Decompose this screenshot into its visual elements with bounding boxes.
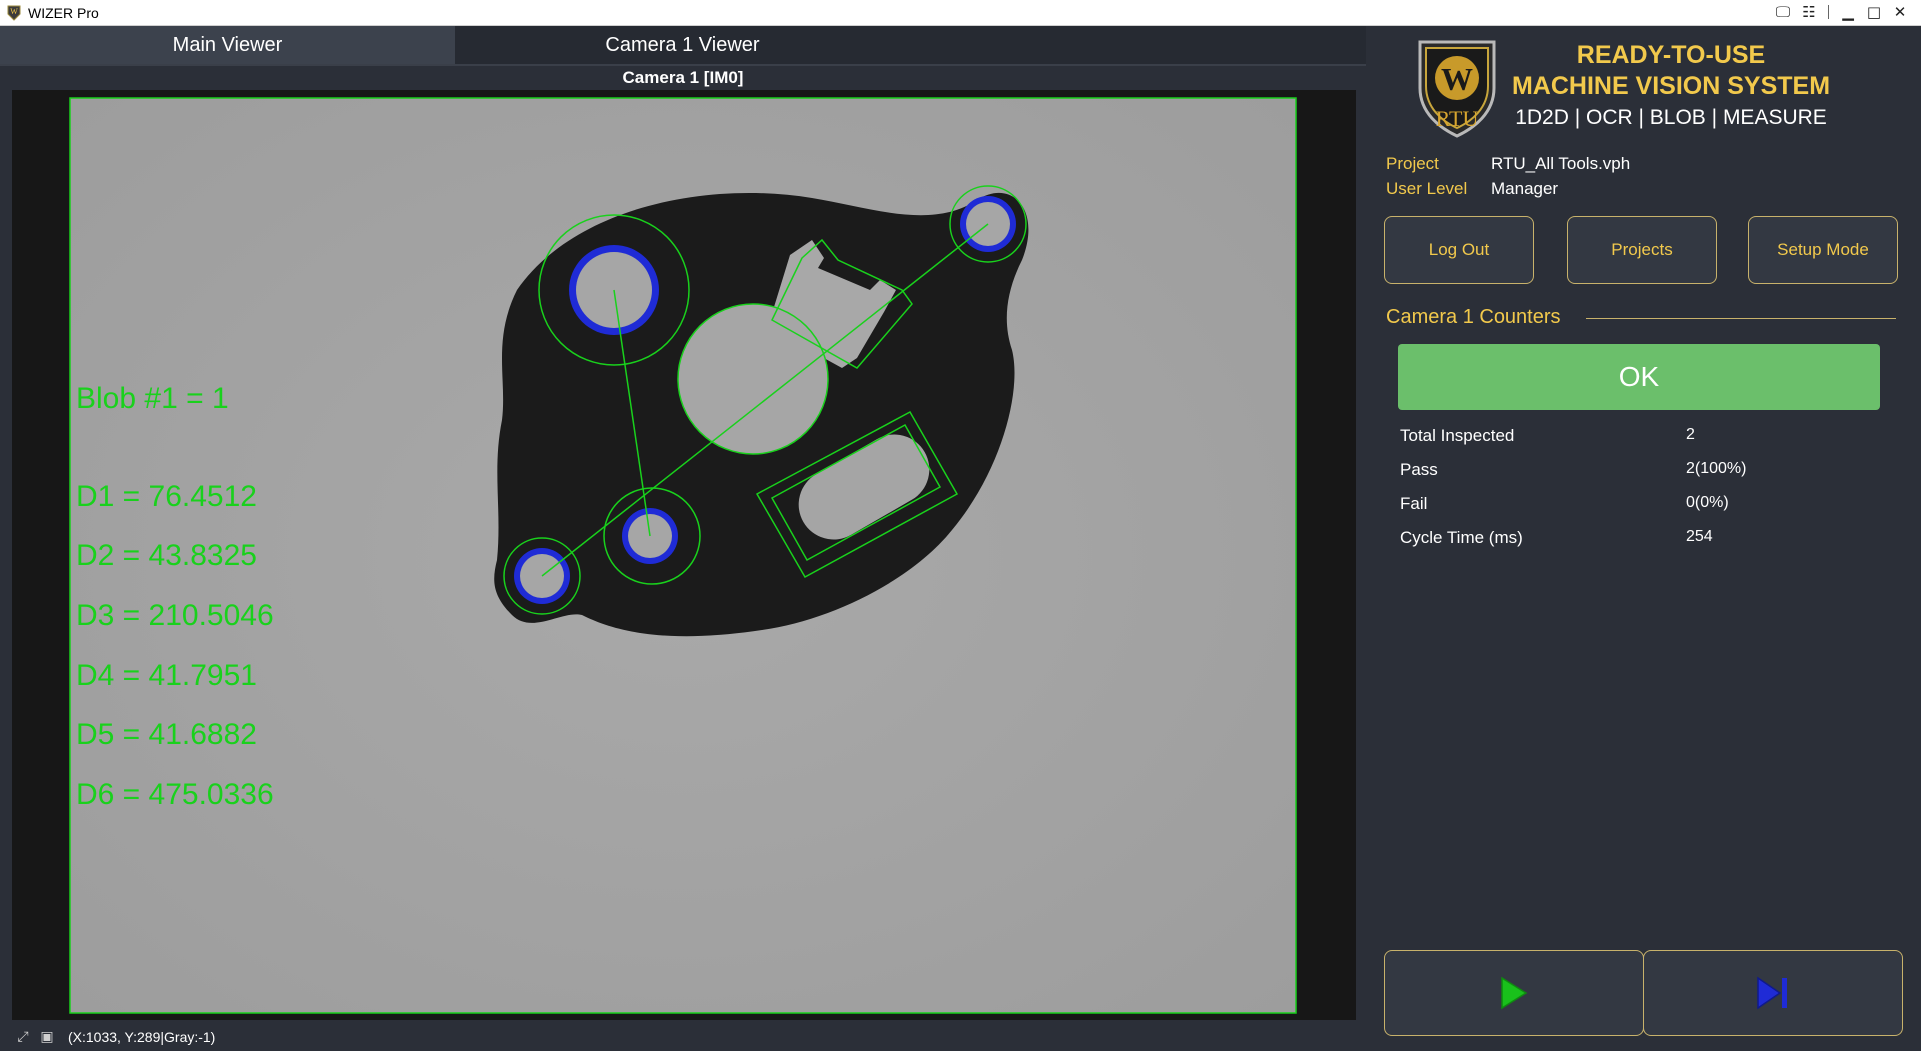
title-bar: W WIZER Pro 🖵 ☷ ▁ □ ✕ [0,0,1921,26]
image-icon[interactable]: ▣ [38,1028,56,1046]
network-icon[interactable]: ☷ [1798,2,1820,22]
minimize-button[interactable]: ▁ [1837,2,1859,22]
viewer-tabs: Main Viewer Camera 1 Viewer [0,26,1366,66]
counters-title: Camera 1 Counters [1386,306,1561,328]
tab-main-viewer[interactable]: Main Viewer [0,26,455,64]
app-logo-icon: W [7,5,21,21]
overlay-d5: D5 = 41.6882 [76,718,257,751]
inspection-status-badge: OK [1398,344,1880,410]
step-button[interactable] [1643,950,1903,1036]
svg-text:RTU: RTU [1436,106,1479,131]
brand-tools: 1D2D | OCR | BLOB | MEASURE [1515,106,1827,129]
pass-value: 2(100%) [1686,460,1747,477]
right-panel: W RTU READY-TO-USE MACHINE VISION SYSTEM… [1366,26,1921,1051]
setup-mode-button[interactable]: Setup Mode [1748,216,1898,284]
brand-line-1: READY-TO-USE [1576,41,1766,69]
brand-headline: READY-TO-USE MACHINE VISION SYSTEM [1506,40,1836,102]
overlay-d2: D2 = 43.8325 [76,539,257,572]
user-level-value: Manager [1491,179,1559,198]
window-controls: 🖵 ☷ ▁ □ ✕ [1772,2,1911,22]
logout-button[interactable]: Log Out [1384,216,1534,284]
pass-label: Pass [1400,460,1438,479]
maximize-button[interactable]: □ [1863,2,1885,22]
overlay-d1: D1 = 76.4512 [76,480,257,513]
run-button[interactable] [1384,950,1644,1036]
svg-text:W: W [1441,61,1473,97]
camera-image-viewer[interactable]: Blob #1 = 1 D1 = 76.4512 D2 = 43.8325 D3… [12,90,1356,1020]
close-button[interactable]: ✕ [1889,2,1911,22]
window-title: WIZER Pro [28,4,99,21]
overlay-d3: D3 = 210.5046 [76,599,274,632]
cycle-time-value: 254 [1686,528,1713,545]
cycle-time-label: Cycle Time (ms) [1400,528,1523,547]
total-inspected-label: Total Inspected [1400,426,1515,445]
project-label: Project [1386,154,1439,173]
fail-value: 0(0%) [1686,494,1729,511]
project-value: RTU_All Tools.vph [1491,154,1631,173]
overlay-d6: D6 = 475.0336 [76,778,274,811]
center-hole [678,304,828,454]
brand-line-2: MACHINE VISION SYSTEM [1511,72,1831,100]
tab-camera-1-viewer[interactable]: Camera 1 Viewer [455,26,910,64]
viewer-title: Camera 1 [IM0] [622,68,744,87]
play-icon [1501,976,1528,1010]
window-controls-divider [1828,5,1829,19]
step-forward-icon [1757,976,1787,1010]
projects-button[interactable]: Projects [1567,216,1717,284]
fit-to-window-icon[interactable]: ⤢ [14,1028,32,1046]
fail-label: Fail [1400,494,1428,513]
cursor-coordinates: (X:1033, Y:289|Gray:-1) [68,1028,216,1045]
monitor-info-icon[interactable]: 🖵 [1772,2,1794,22]
overlay-blob-count: Blob #1 = 1 [76,382,229,415]
overlay-d4: D4 = 41.7951 [76,659,257,692]
total-inspected-value: 2 [1686,426,1695,443]
rtu-logo: W RTU [1418,40,1496,138]
status-bar: ⤢ ▣ (X:1033, Y:289|Gray:-1) [0,1022,1366,1051]
counters-divider [1586,318,1896,319]
user-level-label: User Level [1386,179,1468,198]
svg-text:W: W [10,7,18,16]
